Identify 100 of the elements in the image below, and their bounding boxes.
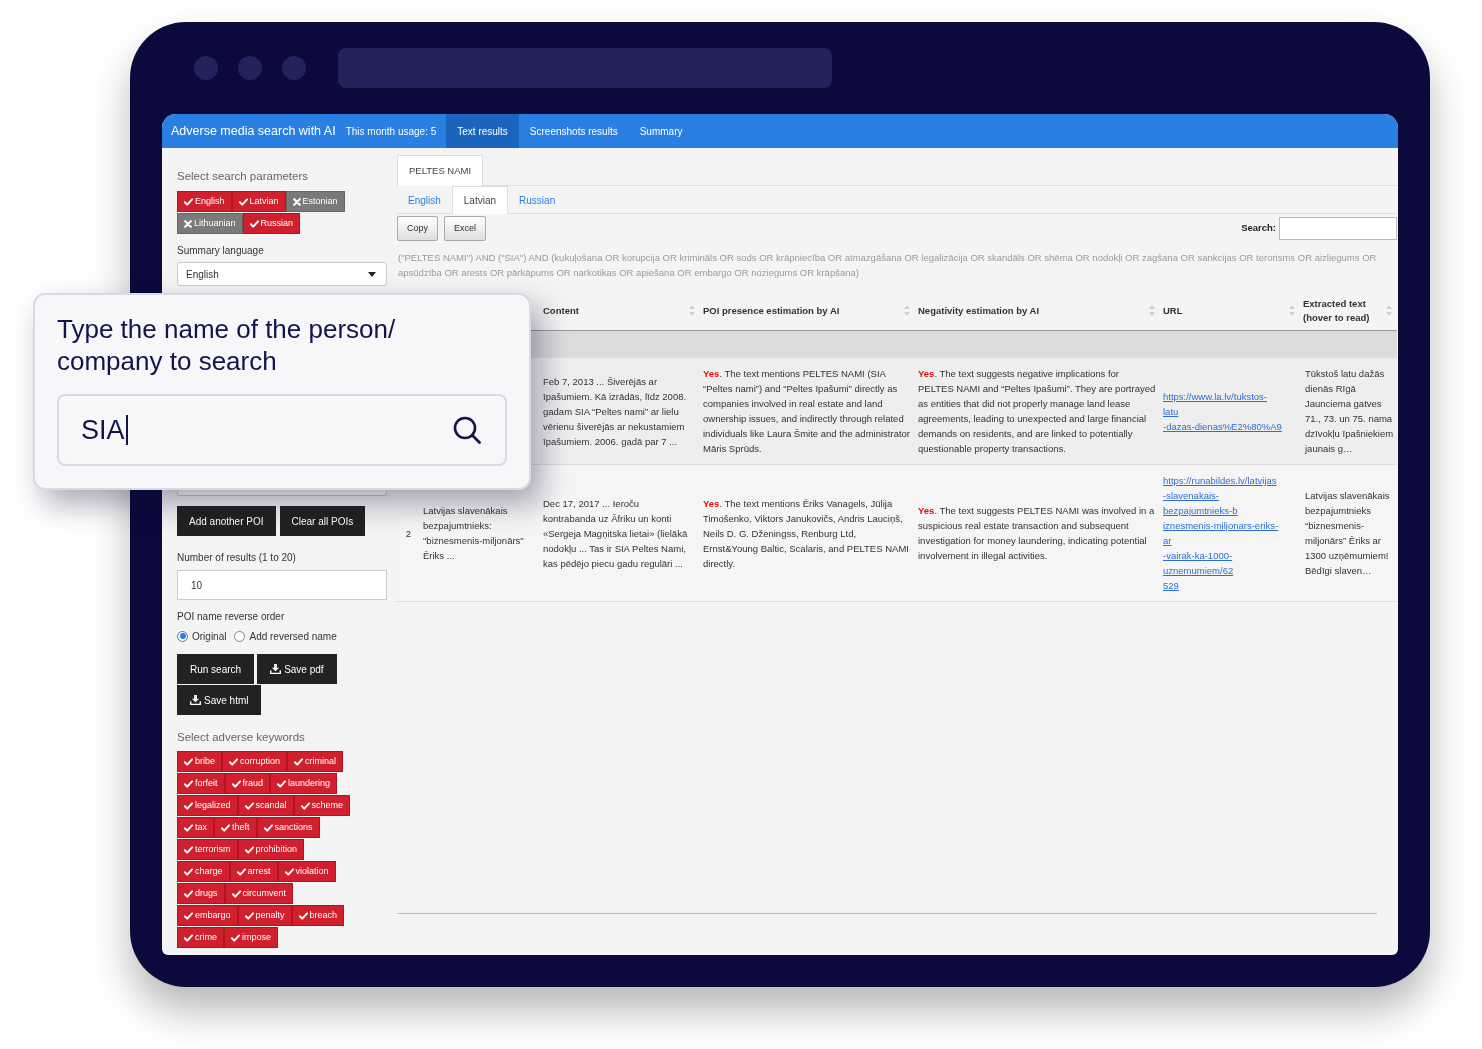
keyword-tag[interactable]: charge <box>177 861 230 882</box>
check-icon <box>277 779 287 788</box>
keyword-tag[interactable]: terrorism <box>177 839 238 860</box>
column-header[interactable]: Content <box>540 292 700 330</box>
check-icon <box>184 757 193 766</box>
language-tag[interactable]: Latvian <box>231 191 286 212</box>
language-tag[interactable]: English <box>177 191 232 212</box>
keyword-tag[interactable]: penalty <box>237 905 292 926</box>
column-header[interactable]: POI presence estimation by AI <box>700 292 915 330</box>
table-cell: Yes. The text mentions PELTES NAMI (SIA “Peltes nami”) and “Peltes īpašumi” directly as companies involved in real estate and land ownership issues, and indirectly through related individuals like Laura Šmite and the administrator Māris Sprūds. <box>700 358 915 465</box>
download-icon <box>190 695 201 705</box>
results-count-field[interactable]: 10 <box>177 570 387 600</box>
table-cell: Yes. The text suggests negative implications for PELTES NAMI and “Peltes īpašumi”. They are portrayed as entities that did not properly manage land lease agreements, leading to unexpected and large financial demands on residents, and are linked to potentially questionable property transactions. <box>915 358 1160 465</box>
cross-icon <box>292 197 301 206</box>
poi-input-field[interactable] <box>177 491 387 496</box>
table-cell: Dec 17, 2017 ... Ieroču kontrabanda uz Āfriku un konti «Sergeja Magņitska lietai» (lielākā nodokļu ... Tas ir SIA Peltes Nami, kas pēdējo piecu gadu regulāri ... <box>540 464 700 602</box>
language-tag[interactable]: Estonian <box>285 191 345 212</box>
url-link[interactable]: https://runabildes.lv/latvijas -slavenakais- bezpajumtnieks-b iznesmenis-miljonars-eriks- ar -vairak-ka-1000- uznemumiem/62 529 <box>1163 473 1298 593</box>
url-link[interactable]: https://www.la.lv/tukstos- latu -dazas-dienas%E2%80%A9 <box>1163 388 1298 434</box>
keyword-tag[interactable]: criminal <box>287 751 344 772</box>
check-icon <box>184 197 193 206</box>
nav-tab[interactable]: Screenshots results <box>518 114 629 148</box>
field-label: POI name reverse order <box>177 610 286 624</box>
check-icon <box>231 779 241 788</box>
nav-tab[interactable]: Summary <box>628 114 694 148</box>
check-icon <box>231 933 240 942</box>
table-cell: Feb 7, 2013 ... Šiverējās ar īpašumiem. Kā izrādās, līdz 2008. gadam SIA “Peltes nami” ar lielu vērienu šiverējās ar nekustamiem īpašumiem. 2006. gadā par 7 ... <box>540 358 700 465</box>
field-label: Summary language <box>177 244 265 258</box>
keyword-tag[interactable]: sanctions <box>256 817 320 838</box>
sort-icon <box>904 305 910 317</box>
check-icon <box>229 757 238 766</box>
check-icon <box>184 911 193 920</box>
keyword-tag[interactable]: arrest <box>229 861 278 882</box>
column-header[interactable]: Extracted text (hover to read) <box>1300 292 1397 330</box>
keyword-tag[interactable]: forfeit <box>177 773 225 794</box>
sidebar-button[interactable]: Save html <box>177 685 262 715</box>
keyword-tag[interactable]: scheme <box>293 795 351 816</box>
table-cell: Tūkstoš latu dažās dienās Rīgā Jaunciema gatves 71., 73. un 75. nama dzīvokļu īpašniekiem jaunais g… <box>1300 358 1397 465</box>
keyword-tag[interactable]: theft <box>214 817 257 838</box>
sidebar-button[interactable]: Clear all POIs <box>279 506 366 536</box>
keyword-tag[interactable]: laundering <box>270 773 338 794</box>
radio-label: Add reversed name <box>249 629 337 644</box>
keyword-tag[interactable]: violation <box>277 861 336 882</box>
caret-icon <box>368 271 376 277</box>
summary-language-select[interactable]: English <box>177 262 387 286</box>
table-cell: Yes. The text suggests PELTES NAMI was involved in a suspicious real estate transaction and subsequent investigation for money laundering, indicating potential involvement in illegal activities. <box>915 464 1160 602</box>
language-tag[interactable]: Lithuanian <box>177 213 243 234</box>
check-icon <box>298 911 308 920</box>
check-icon <box>184 823 193 832</box>
radio-button[interactable] <box>177 630 188 642</box>
search-label: Search: <box>1241 221 1276 236</box>
column-header[interactable]: Negativity estimation by AI <box>915 292 1160 330</box>
language-tab[interactable]: Latvian <box>451 186 509 214</box>
check-icon <box>184 801 193 810</box>
check-icon <box>184 779 193 788</box>
language-tab[interactable]: English <box>397 186 452 214</box>
sidebar-button[interactable]: Save pdf <box>257 654 337 684</box>
keyword-tag[interactable]: legalized <box>177 795 238 816</box>
sort-icon <box>689 305 695 317</box>
download-icon <box>270 664 282 674</box>
sort-icon <box>1289 305 1295 317</box>
check-icon <box>184 933 193 942</box>
radio-button[interactable] <box>234 630 246 642</box>
language-tab[interactable]: Russian <box>508 186 567 214</box>
keyword-tag[interactable]: prohibition <box>237 839 305 860</box>
column-header[interactable]: URL <box>1160 292 1300 330</box>
keyword-tag[interactable]: breach <box>291 905 345 926</box>
check-icon <box>184 845 193 854</box>
keyword-tag[interactable]: fraud <box>224 773 271 794</box>
sidebar-button[interactable]: Run search <box>177 654 255 684</box>
keyword-tag[interactable]: embargo <box>177 905 238 926</box>
query-text: ("PELTES NAMI") AND ("SIA") AND (kukuļošana OR korupcija OR krimināls OR sods OR krāpniecība OR atmazgāšana OR legalizācija OR skandāls OR shēma OR nodokļi OR zagšana OR sankcijas OR terorisms OR aizliegums OR apsūdzība OR arests OR pārkāpums OR narkotikas OR apiešana OR embargo OR noziegums OR krāpšana) <box>397 251 1378 280</box>
keyword-tag[interactable]: tax <box>177 817 214 838</box>
app-title: Adverse media search with AI <box>170 122 336 140</box>
name-search-field[interactable]: SIA <box>57 394 507 466</box>
export-button[interactable]: Copy <box>397 216 438 241</box>
nav-tab[interactable]: Text results <box>446 114 519 148</box>
table-search-field[interactable] <box>1279 217 1397 240</box>
sidebar-button[interactable]: Add another POI <box>177 506 276 536</box>
callout-heading: Type the name of the person/ company to search <box>57 313 397 377</box>
keyword-tag[interactable]: drugs <box>177 883 225 904</box>
keyword-tag[interactable]: impose <box>224 927 278 948</box>
check-icon <box>263 823 273 832</box>
poi-tab[interactable]: PELTES NAMI <box>397 155 484 186</box>
export-button[interactable]: Excel <box>444 216 487 241</box>
check-icon <box>184 889 193 898</box>
keyword-tag[interactable]: bribe <box>177 751 222 772</box>
check-icon <box>236 867 246 876</box>
keyword-tag[interactable]: scandal <box>237 795 294 816</box>
keyword-tag[interactable]: circumvent <box>224 883 294 904</box>
language-tag[interactable]: Russian <box>242 213 301 234</box>
check-icon <box>300 801 310 810</box>
keyword-tag[interactable]: corruption <box>222 751 288 772</box>
radio-label: Original <box>192 629 227 644</box>
keyword-tag[interactable]: crime <box>177 927 224 948</box>
field-label: Number of results (1 to 20) <box>177 551 297 565</box>
check-icon <box>244 801 254 810</box>
cross-icon <box>184 219 192 228</box>
section-title: Select search parameters <box>177 169 310 184</box>
check-icon <box>231 889 241 898</box>
